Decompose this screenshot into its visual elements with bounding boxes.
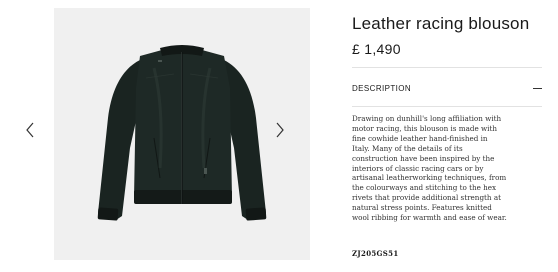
- product-title: Leather racing blouson: [352, 14, 530, 33]
- description-accordion-toggle[interactable]: DESCRIPTION: [352, 81, 542, 95]
- description-line: Drawing on dunhill's long affiliation wi…: [352, 114, 502, 123]
- gallery-prev-button[interactable]: [20, 118, 40, 142]
- description-line: Italy. Many of the details of its: [352, 143, 463, 153]
- description-line: natural stress points. Features knitted: [352, 203, 492, 213]
- description-line: rivets that provide additional strength …: [352, 193, 502, 203]
- gallery-next-button[interactable]: [270, 118, 290, 142]
- description-line: motor racing, this blouson is made with: [352, 123, 497, 133]
- divider: [352, 67, 542, 68]
- description-line: artisanal leatherworking techniques, fro…: [352, 173, 507, 183]
- description-text: Drawing on dunhill's long affiliation wi…: [352, 114, 522, 223]
- chevron-left-icon: [26, 122, 34, 138]
- description-line: wool ribbing for warmth and ease of wear…: [352, 213, 507, 223]
- product-price: £ 1,490: [352, 41, 401, 57]
- minus-icon: [533, 87, 542, 89]
- description-line: construction have been inspired by the: [352, 153, 495, 163]
- description-label: DESCRIPTION: [352, 83, 412, 93]
- description-line: interiors of classic racing cars or by: [352, 163, 484, 173]
- divider: [352, 106, 542, 107]
- description-line: fine cowhide leather hand-finished in: [352, 133, 488, 143]
- product-sku: ZJ205GS51: [352, 249, 399, 258]
- description-line: the colourways and stitching to the hex: [352, 183, 497, 193]
- chevron-right-icon: [276, 122, 284, 138]
